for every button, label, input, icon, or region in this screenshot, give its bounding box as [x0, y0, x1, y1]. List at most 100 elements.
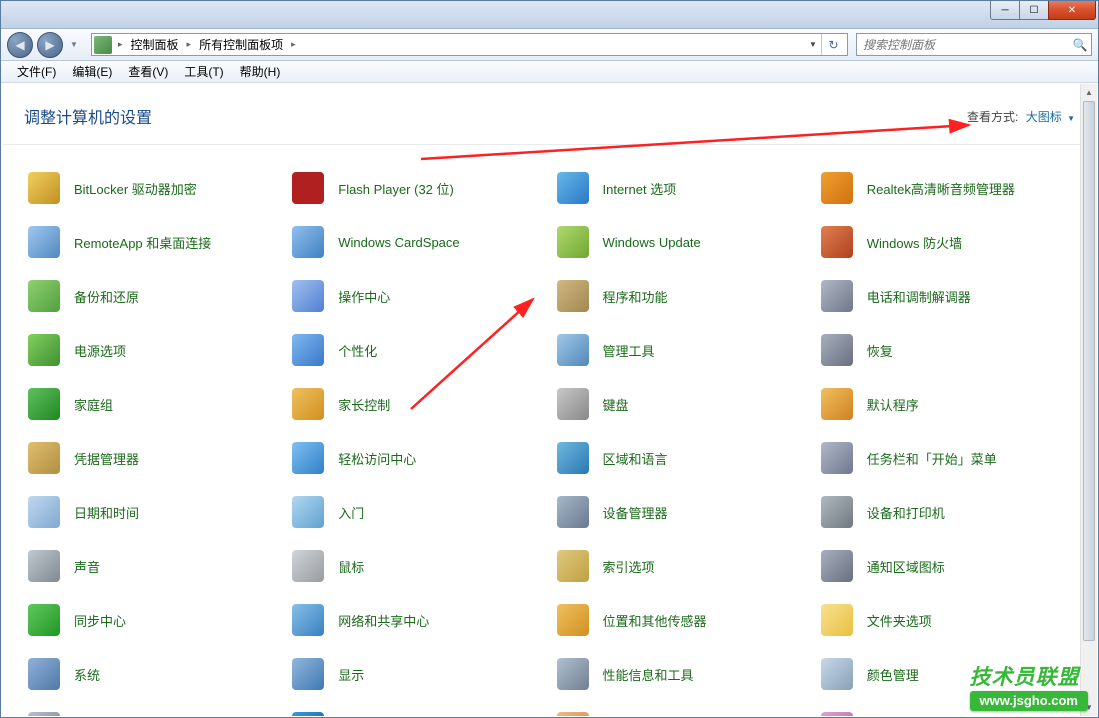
breadcrumb-sep-icon[interactable]: ▸	[185, 39, 194, 50]
control-panel-item[interactable]: 文件夹选项	[805, 602, 1069, 638]
control-panel-item[interactable]: 同步中心	[12, 602, 276, 638]
maximize-button[interactable]: ☐	[1019, 1, 1049, 20]
control-panel-item[interactable]: 凭据管理器	[12, 440, 276, 476]
watermark: 技术员联盟 www.jsgho.com	[970, 661, 1088, 711]
control-panel-item[interactable]: Windows Update	[541, 224, 805, 260]
breadcrumb-item[interactable]: 所有控制面板项	[193, 34, 289, 55]
control-panel-item[interactable]: BitLocker 驱动器加密	[12, 170, 276, 206]
control-panel-item[interactable]: 索引选项	[541, 548, 805, 584]
control-panel-item[interactable]: 日期和时间	[12, 494, 276, 530]
item-label: Windows CardSpace	[338, 235, 459, 250]
breadcrumb-sep-icon[interactable]: ▸	[116, 39, 125, 50]
home-icon	[28, 388, 60, 420]
item-label: 显示	[338, 665, 364, 684]
item-label: 电源选项	[74, 341, 126, 360]
menu-edit[interactable]: 编辑(E)	[64, 61, 120, 82]
menu-help[interactable]: 帮助(H)	[232, 61, 289, 82]
item-label: 管理工具	[603, 341, 655, 360]
breadcrumb-item[interactable]: 控制面板	[125, 34, 185, 55]
control-panel-item[interactable]: 轻松访问中心	[276, 440, 540, 476]
nav-history-dropdown[interactable]: ▼	[67, 35, 81, 55]
window-controls: ─ ☐ ✕	[991, 1, 1096, 20]
item-label: 家长控制	[338, 395, 390, 414]
refresh-button[interactable]: ↻	[821, 34, 845, 55]
devprn-icon	[821, 496, 853, 528]
nav-forward-button[interactable]: ▶	[37, 32, 63, 58]
item-label: Internet 选项	[603, 179, 677, 198]
control-panel-item[interactable]: RemoteApp 和桌面连接	[12, 224, 276, 260]
search-icon[interactable]: 🔍	[1069, 38, 1091, 52]
control-panel-item[interactable]: 显示	[276, 656, 540, 692]
vertical-scrollbar[interactable]: ▲ ▼	[1080, 84, 1097, 716]
default-icon	[821, 388, 853, 420]
search-input[interactable]	[857, 38, 1069, 52]
breadcrumb-sep-icon[interactable]: ▸	[289, 39, 298, 50]
menu-view[interactable]: 查看(V)	[120, 61, 176, 82]
date-icon	[28, 496, 60, 528]
item-label: 日期和时间	[74, 503, 139, 522]
menu-tools[interactable]: 工具(T)	[176, 61, 231, 82]
control-panel-item[interactable]: 个性化	[276, 332, 540, 368]
control-panel-item[interactable]: 设备管理器	[541, 494, 805, 530]
control-panel-item[interactable]: 性能信息和工具	[541, 656, 805, 692]
control-panel-item[interactable]: 声音	[12, 548, 276, 584]
menu-file[interactable]: 文件(F)	[9, 61, 64, 82]
control-panel-item[interactable]: 鼠标	[276, 548, 540, 584]
view-by-value: 大图标	[1026, 110, 1062, 124]
start-icon	[292, 496, 324, 528]
remote-icon	[28, 226, 60, 258]
content-header: 调整计算机的设置 查看方式: 大图标 ▼	[2, 84, 1097, 144]
kb-icon	[557, 388, 589, 420]
control-panel-item[interactable]: Realtek高清晰音频管理器	[805, 170, 1069, 206]
control-panel-item[interactable]: 管理工具	[541, 332, 805, 368]
item-label: 性能信息和工具	[603, 665, 694, 684]
control-panel-item[interactable]: 区域和语言	[541, 440, 805, 476]
prog-icon	[557, 280, 589, 312]
net-icon	[292, 604, 324, 636]
control-panel-item[interactable]: Windows CardSpace	[276, 224, 540, 260]
item-label: 程序和功能	[603, 287, 668, 306]
item-label: 鼠标	[338, 557, 364, 576]
control-panel-item[interactable]: Flash Player (32 位)	[276, 170, 540, 206]
control-panel-item[interactable]: 程序和功能	[541, 278, 805, 314]
item-label: 设备管理器	[603, 503, 668, 522]
control-panel-item[interactable]: 电源选项	[12, 332, 276, 368]
control-panel-item[interactable]: 操作中心	[276, 278, 540, 314]
item-label: 轻松访问中心	[338, 449, 416, 468]
control-panel-item[interactable]: 电话和调制解调器	[805, 278, 1069, 314]
nav-back-button[interactable]: ◀	[7, 32, 33, 58]
scroll-thumb[interactable]	[1083, 101, 1095, 641]
item-label: 位置和其他传感器	[603, 611, 707, 630]
control-panel-item[interactable]: 键盘	[541, 386, 805, 422]
control-panel-item[interactable]: 任务栏和「开始」菜单	[805, 440, 1069, 476]
item-label: 备份和还原	[74, 287, 139, 306]
control-panel-item[interactable]: 家长控制	[276, 386, 540, 422]
action-icon	[292, 280, 324, 312]
control-panel-item[interactable]: 用户帐户	[541, 710, 805, 716]
minimize-button[interactable]: ─	[990, 1, 1020, 20]
item-label: 个性化	[338, 341, 377, 360]
control-panel-item[interactable]: 家庭组	[12, 386, 276, 422]
intel-icon	[292, 712, 324, 716]
control-panel-item[interactable]: 入门	[276, 494, 540, 530]
control-panel-item[interactable]: 恢复	[805, 332, 1069, 368]
control-panel-item[interactable]: Internet 选项	[541, 170, 805, 206]
address-bar[interactable]: ▸ 控制面板 ▸ 所有控制面板项 ▸ ▼ ↻	[91, 33, 848, 56]
address-dropdown-icon[interactable]: ▼	[805, 40, 821, 49]
item-label: 键盘	[603, 395, 629, 414]
control-panel-item[interactable]: 位置和其他传感器	[541, 602, 805, 638]
close-button[interactable]: ✕	[1048, 1, 1096, 20]
control-panel-item[interactable]: 疑难解答	[12, 710, 276, 716]
scroll-up-button[interactable]: ▲	[1081, 84, 1097, 101]
control-panel-item[interactable]: 系统	[12, 656, 276, 692]
control-panel-item[interactable]: 备份和还原	[12, 278, 276, 314]
control-panel-item[interactable]: 英特尔® 核芯显卡	[276, 710, 540, 716]
control-panel-item[interactable]: 网络和共享中心	[276, 602, 540, 638]
item-label: 同步中心	[74, 611, 126, 630]
control-panel-item[interactable]: Windows 防火墙	[805, 224, 1069, 260]
control-panel-item[interactable]: 默认程序	[805, 386, 1069, 422]
search-bar[interactable]: 🔍	[856, 33, 1092, 56]
control-panel-item[interactable]: 通知区域图标	[805, 548, 1069, 584]
control-panel-item[interactable]: 设备和打印机	[805, 494, 1069, 530]
view-by-dropdown[interactable]: 大图标 ▼	[1026, 110, 1075, 124]
